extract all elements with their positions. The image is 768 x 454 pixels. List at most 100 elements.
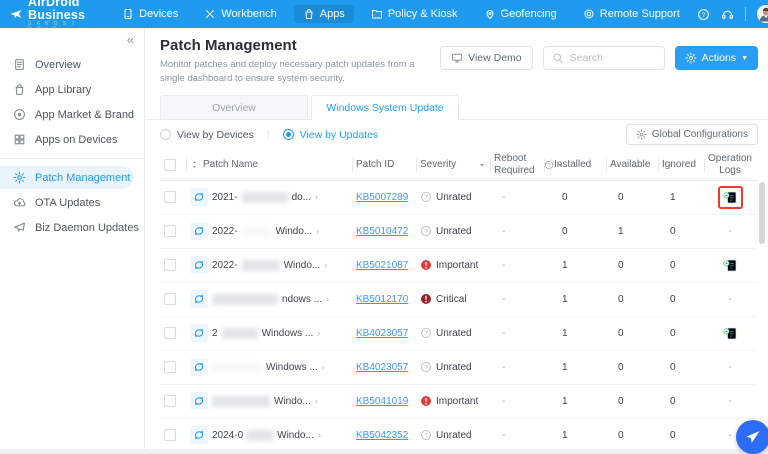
no-operation-log: - — [728, 430, 731, 441]
expand-chevron-icon[interactable]: › — [318, 430, 321, 440]
select-all-checkbox[interactable] — [160, 159, 186, 171]
refresh-icon[interactable] — [190, 392, 208, 410]
actions-button[interactable]: Actions ▼ — [675, 46, 758, 70]
toggle-separator: | — [267, 129, 270, 141]
radio-view-by-devices[interactable]: View by Devices — [160, 129, 254, 141]
reboot-required-cell: - — [490, 192, 550, 203]
caret-down-icon: ▼ — [741, 55, 748, 62]
nav-item-devices[interactable]: Devices — [113, 5, 187, 23]
installed-cell: 1 — [550, 396, 606, 407]
patch-id-link[interactable]: KB4023057 — [356, 362, 408, 373]
view-demo-button[interactable]: View Demo — [440, 46, 533, 70]
row-checkbox[interactable] — [164, 395, 176, 407]
expand-chevron-icon[interactable]: › — [316, 226, 319, 236]
sidebar-item-overview[interactable]: Overview — [0, 53, 144, 76]
patch-id-link[interactable]: KB5021087 — [356, 260, 408, 271]
refresh-icon[interactable] — [190, 188, 208, 206]
patch-name: do... — [292, 192, 311, 203]
row-checkbox[interactable] — [164, 225, 176, 237]
search-input[interactable] — [570, 52, 656, 64]
patch-id-link[interactable]: KB4023057 — [356, 328, 408, 339]
paper-plane-logo-icon — [10, 8, 22, 20]
feedback-send-button[interactable] — [736, 420, 768, 454]
expand-chevron-icon[interactable]: › — [326, 294, 329, 304]
expand-chevron-icon[interactable]: › — [322, 362, 325, 372]
row-checkbox[interactable] — [164, 361, 176, 373]
expand-chevron-icon[interactable]: › — [317, 328, 320, 338]
refresh-icon[interactable] — [190, 256, 208, 274]
table-row[interactable]: Windo...›KB5041019Important-100- — [160, 385, 758, 419]
sidebar-item-biz-daemon-updates[interactable]: Biz Daemon Updates — [0, 216, 144, 239]
sidebar-item-apps-on-devices[interactable]: Apps on Devices — [0, 128, 144, 151]
table-scrollbar[interactable] — [759, 182, 765, 449]
support-headset-icon[interactable] — [721, 8, 734, 21]
patch-name: Windo... — [274, 396, 311, 407]
refresh-icon[interactable] — [190, 222, 208, 240]
patch-id-link[interactable]: KB5041019 — [356, 396, 408, 407]
table-row[interactable]: 2022-Windo...›KB5010472?Unrated-010- — [160, 215, 758, 249]
operation-log-icon[interactable] — [723, 326, 738, 341]
expand-chevron-icon[interactable]: › — [324, 260, 327, 270]
tab-windows-system-update[interactable]: Windows System Update — [311, 95, 459, 120]
table-row[interactable]: 2022-Windo...›KB5021087Important-100 — [160, 249, 758, 283]
row-checkbox[interactable] — [164, 327, 176, 339]
nav-item-apps[interactable]: Apps — [294, 5, 354, 23]
search-box[interactable] — [543, 46, 665, 70]
reboot-required-cell: - — [490, 294, 550, 305]
row-checkbox[interactable] — [164, 191, 176, 203]
refresh-icon[interactable] — [190, 290, 208, 308]
patch-id-link[interactable]: KB5042352 — [356, 430, 408, 441]
help-icon[interactable]: ? — [697, 8, 710, 21]
radio-button[interactable] — [283, 129, 294, 140]
nav-item-policy-kiosk[interactable]: Policy & Kiosk — [362, 5, 467, 23]
nav-label: Policy & Kiosk — [388, 8, 458, 20]
column-header-reboot-required[interactable]: Reboot Required — [490, 153, 550, 176]
reboot-required-cell: - — [490, 260, 550, 271]
patch-id-link[interactable]: KB5010472 — [356, 226, 408, 237]
table-row[interactable]: Windows ...›KB4023057?Unrated-100- — [160, 351, 758, 385]
patch-name: ndows ... — [282, 294, 322, 305]
patch-id-link[interactable]: KB5012170 — [356, 294, 408, 305]
nav-item-geofencing[interactable]: Geofencing — [475, 5, 566, 23]
radio-label: View by Devices — [177, 129, 254, 141]
global-configurations-button[interactable]: Global Configurations — [626, 124, 758, 145]
nav-item-workbench[interactable]: Workbench — [195, 5, 285, 23]
column-header-severity[interactable]: Severity — [416, 159, 490, 171]
patch-id-cell: KB5010472 — [352, 226, 416, 237]
avatar[interactable] — [757, 5, 768, 23]
patch-name-cell: 2022-Windo...› — [186, 256, 352, 274]
redacted-text — [247, 430, 273, 441]
filter-caret-icon[interactable] — [478, 161, 486, 169]
patch-name: 2022- — [212, 260, 238, 271]
expand-chevron-icon[interactable]: › — [315, 192, 318, 202]
row-checkbox[interactable] — [164, 429, 176, 441]
sidebar-item-ota-updates[interactable]: OTA Updates — [0, 191, 144, 214]
nav-label: Geofencing — [501, 8, 557, 20]
sidebar-item-patch-management[interactable]: Patch Management — [0, 166, 134, 189]
table-row[interactable]: ndows ...›KB5012170Critical-100- — [160, 283, 758, 317]
patch-id-link[interactable]: KB5007289 — [356, 192, 408, 203]
column-header-patch-name[interactable]: Patch Name — [186, 159, 352, 171]
sidebar-item-app-library[interactable]: App Library — [0, 78, 144, 101]
tab-overview[interactable]: Overview — [160, 95, 308, 119]
column-header-ignored: Ignored — [658, 159, 704, 171]
sidebar-collapse-button[interactable]: « — [0, 30, 144, 51]
sort-icon[interactable] — [190, 160, 199, 169]
table-row[interactable]: 2024-0Windo...›KB5042352?Unrated-100- — [160, 419, 758, 453]
refresh-icon[interactable] — [190, 426, 208, 444]
scrollbar-thumb[interactable] — [759, 182, 765, 244]
refresh-icon[interactable] — [190, 324, 208, 342]
table-row[interactable]: 2021-do...›KB5007289?Unrated-001 — [160, 181, 758, 215]
operation-log-icon[interactable] — [723, 258, 738, 273]
radio-button[interactable] — [160, 129, 171, 140]
refresh-icon[interactable] — [190, 358, 208, 376]
expand-chevron-icon[interactable]: › — [315, 396, 318, 406]
operation-log-icon[interactable] — [723, 190, 738, 205]
table-row[interactable]: 2Windows ...›KB4023057?Unrated-100 — [160, 317, 758, 351]
radio-view-by-updates[interactable]: View by Updates — [283, 129, 379, 141]
sidebar-item-app-market-brand[interactable]: App Market & Brand — [0, 103, 144, 126]
severity-cell: ?Unrated — [416, 327, 490, 339]
row-checkbox[interactable] — [164, 293, 176, 305]
nav-item-remote-support[interactable]: Remote Support — [574, 5, 689, 23]
row-checkbox[interactable] — [164, 259, 176, 271]
